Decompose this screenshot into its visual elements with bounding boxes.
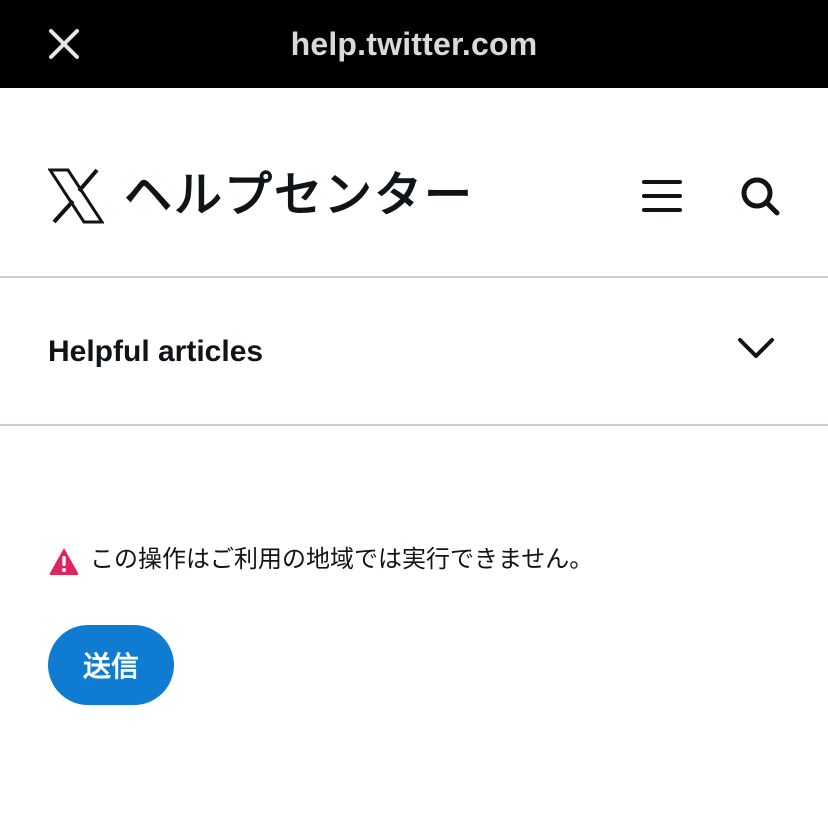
chevron-down-icon[interactable] (736, 334, 776, 364)
search-icon[interactable] (738, 174, 782, 218)
helpful-articles-label: Helpful articles (48, 335, 264, 368)
warning-triangle-icon (48, 546, 80, 576)
page: help.twitter.com ヘルプセンター Helpful article… (0, 0, 828, 813)
error-message-text: この操作はご利用の地域では実行できません。 (90, 546, 594, 573)
helpful-articles-accordion[interactable]: Helpful articles (0, 278, 828, 426)
browser-url: help.twitter.com (290, 26, 538, 62)
hamburger-menu-icon[interactable] (640, 176, 684, 216)
help-center-title: ヘルプセンター (124, 169, 475, 222)
browser-top-bar: help.twitter.com (0, 0, 828, 88)
help-center-header: ヘルプセンター (0, 88, 828, 278)
x-logo-icon[interactable] (47, 168, 105, 224)
submit-button[interactable]: 送信 (48, 625, 174, 705)
